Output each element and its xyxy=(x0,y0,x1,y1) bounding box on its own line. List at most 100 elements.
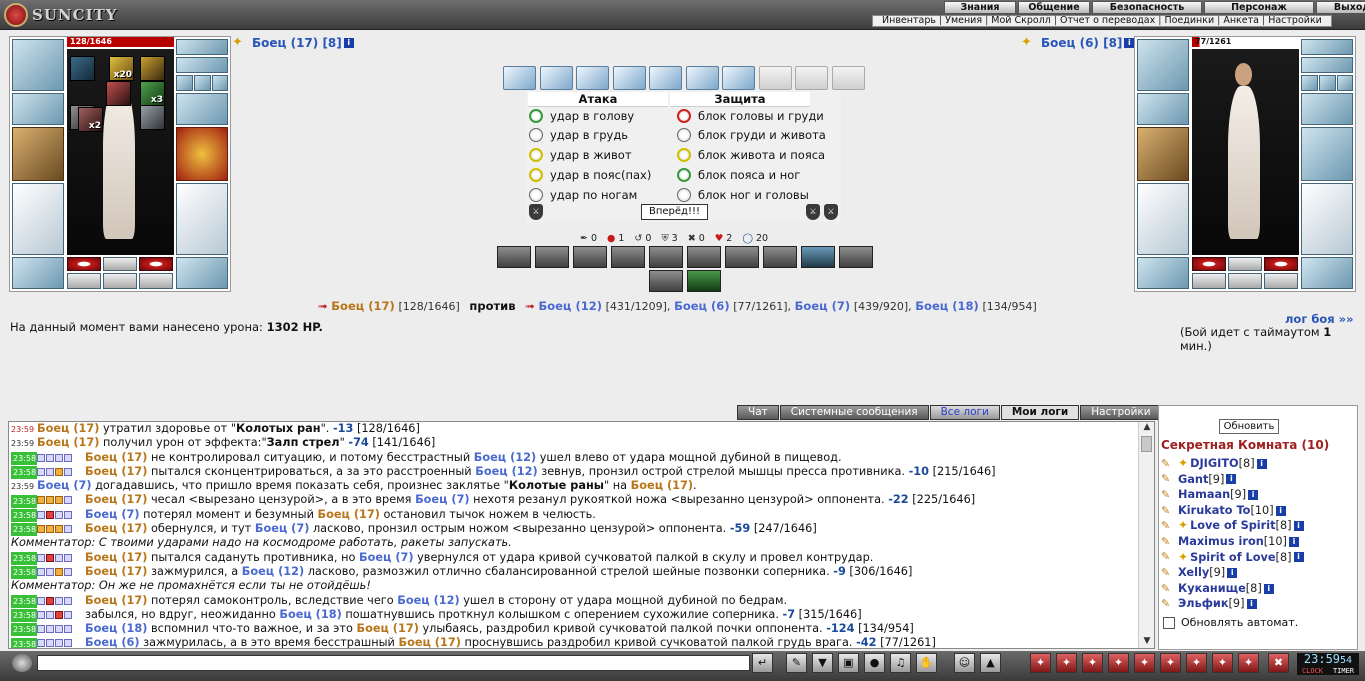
ability-icon[interactable] xyxy=(649,270,683,292)
shield-slot[interactable] xyxy=(1301,127,1353,181)
private-message-icon[interactable]: ✎ xyxy=(1161,598,1178,610)
radio[interactable] xyxy=(677,168,691,182)
info-icon[interactable]: i xyxy=(1256,458,1267,469)
sub-menu-duels[interactable]: Поединки xyxy=(1161,16,1217,26)
scroll-slot[interactable] xyxy=(722,66,755,90)
top-menu-character[interactable]: Персонаж xyxy=(1204,1,1314,14)
fighter-link[interactable]: Боец (17) xyxy=(37,422,99,435)
refresh-button[interactable]: Обновить xyxy=(1219,419,1279,434)
potion-slot-1[interactable] xyxy=(67,257,101,271)
tab-settings[interactable]: Настройки xyxy=(1080,405,1162,420)
scroll-slot[interactable] xyxy=(612,66,646,90)
log-scrollbar[interactable]: ▲ ▼ xyxy=(1138,422,1154,648)
battle-log-link[interactable]: лог боя »» xyxy=(1285,312,1354,326)
player-entry[interactable]: ✎ Hamaan [9] i xyxy=(1161,487,1304,503)
necklace-slot[interactable] xyxy=(1301,57,1353,73)
scroll-slot[interactable] xyxy=(539,66,573,90)
attack-legs-option[interactable]: удар по ногам xyxy=(529,186,637,204)
attack-head-option[interactable]: удар в голову xyxy=(529,107,634,125)
radio[interactable] xyxy=(677,188,691,202)
fighter-link[interactable]: Боец (12) xyxy=(475,465,537,478)
player-name[interactable]: Эльфик xyxy=(1178,596,1229,612)
left-fighter-name[interactable]: Боец (17) [8] xyxy=(252,36,342,50)
send-icon[interactable]: ↵ xyxy=(752,653,773,673)
info-icon[interactable]: i xyxy=(1226,474,1237,485)
empty-slot[interactable] xyxy=(139,273,173,289)
player-name[interactable]: Hamaan xyxy=(1178,487,1230,503)
scroll-slot[interactable] xyxy=(503,66,536,90)
info-icon[interactable]: i xyxy=(1246,599,1257,610)
tab-all-logs[interactable]: Все логи xyxy=(929,405,1000,420)
scroll-slot[interactable] xyxy=(685,66,719,90)
top-menu-communication[interactable]: Общение xyxy=(1018,1,1090,14)
action-icon[interactable]: ✦ xyxy=(1030,653,1051,673)
forward-button[interactable]: Вперёд!!! xyxy=(641,204,708,220)
sub-menu-my-scroll[interactable]: Мой Скролл xyxy=(988,16,1054,26)
action-icon[interactable]: ✦ xyxy=(1108,653,1129,673)
radio[interactable] xyxy=(529,109,543,123)
top-menu-exit[interactable]: Выход xyxy=(1316,1,1365,14)
ring-slot-1[interactable] xyxy=(1301,75,1318,91)
fighter-link[interactable]: Боец (12) xyxy=(397,594,459,607)
private-message-icon[interactable]: ✎ xyxy=(1161,520,1178,532)
save-icon[interactable]: ▣ xyxy=(838,653,859,673)
player-name[interactable]: Spirit of Love xyxy=(1190,550,1275,566)
action-icon[interactable]: ✦ xyxy=(1160,653,1181,673)
scroll-slot[interactable] xyxy=(576,66,609,90)
ring-slot-3[interactable] xyxy=(212,75,228,91)
buff-icon[interactable] xyxy=(106,81,131,106)
ability-icon[interactable] xyxy=(763,246,797,268)
player-entry[interactable]: ✎ Куканище [8] i xyxy=(1161,581,1304,597)
shield-slot[interactable] xyxy=(176,127,228,181)
empty-slot[interactable] xyxy=(1264,273,1298,289)
private-message-icon[interactable]: ✎ xyxy=(1161,582,1178,595)
player-name[interactable]: DJIGITO xyxy=(1190,456,1239,472)
scroll-slot-empty[interactable] xyxy=(831,66,865,90)
weapon-slot[interactable] xyxy=(12,127,64,181)
player-entry[interactable]: ✎ ✦ DJIGITO [8] i xyxy=(1161,456,1304,472)
block-belly-belt-option[interactable]: блок живота и пояса xyxy=(677,146,825,164)
buff-icon[interactable]: x20 xyxy=(109,56,134,81)
chat-input[interactable] xyxy=(37,655,750,671)
ability-icon[interactable] xyxy=(649,246,683,268)
empty-slot[interactable] xyxy=(1192,273,1226,289)
helmet-slot[interactable] xyxy=(12,39,64,91)
private-message-icon[interactable]: ✎ xyxy=(1161,535,1178,548)
ability-icon[interactable] xyxy=(801,246,835,268)
player-name[interactable]: Maximus iron xyxy=(1178,534,1264,550)
gloves-slot[interactable] xyxy=(176,93,228,125)
bracer-slot[interactable] xyxy=(12,93,64,125)
sound-icon[interactable]: ♫ xyxy=(890,653,911,673)
private-message-icon[interactable]: ✎ xyxy=(1161,566,1178,579)
fighter-link[interactable]: Боец (17) xyxy=(318,508,380,521)
fighter-link[interactable]: Боец (18) xyxy=(279,608,341,621)
fighter-link[interactable]: Боец (18) xyxy=(85,622,147,635)
potion-slot-1[interactable] xyxy=(1192,257,1226,271)
armor-slot[interactable] xyxy=(1137,183,1189,255)
bracer-slot[interactable] xyxy=(1137,93,1189,125)
ring-slot-2[interactable] xyxy=(1319,75,1336,91)
block-legs-head-option[interactable]: блок ног и головы xyxy=(677,186,809,204)
player-name[interactable]: Gant xyxy=(1178,472,1208,488)
info-icon[interactable]: i xyxy=(343,38,354,48)
fighter-link[interactable]: Боец (7) xyxy=(415,494,470,507)
block-belt-legs-option[interactable]: блок пояса и ног xyxy=(677,166,800,184)
scroll-slot-empty[interactable] xyxy=(795,66,828,90)
private-message-icon[interactable]: ✎ xyxy=(1161,457,1178,470)
action-icon[interactable]: ✦ xyxy=(1082,653,1103,673)
potion-slot-2[interactable] xyxy=(1264,257,1298,271)
smile-icon[interactable]: ☺ xyxy=(954,653,975,673)
fighter-link[interactable]: Боец (17) xyxy=(398,637,460,648)
empty-slot[interactable] xyxy=(103,257,137,271)
info-icon[interactable]: i xyxy=(1293,521,1304,532)
info-icon[interactable]: i xyxy=(1288,536,1299,547)
helmet-slot[interactable] xyxy=(1137,39,1189,91)
buff-icon[interactable]: x3 xyxy=(140,81,165,106)
action-icon[interactable]: ✦ xyxy=(1134,653,1155,673)
legs-slot[interactable] xyxy=(176,183,228,255)
hand-icon[interactable]: ✋ xyxy=(916,653,937,673)
player-entry[interactable]: ✎ Maximus iron [10] i xyxy=(1161,534,1304,550)
fighter-link[interactable]: Боец (17) xyxy=(37,436,99,449)
radio[interactable] xyxy=(529,128,543,142)
player-entry[interactable]: ✎ ✦ Love of Spirit [8] i xyxy=(1161,518,1304,534)
